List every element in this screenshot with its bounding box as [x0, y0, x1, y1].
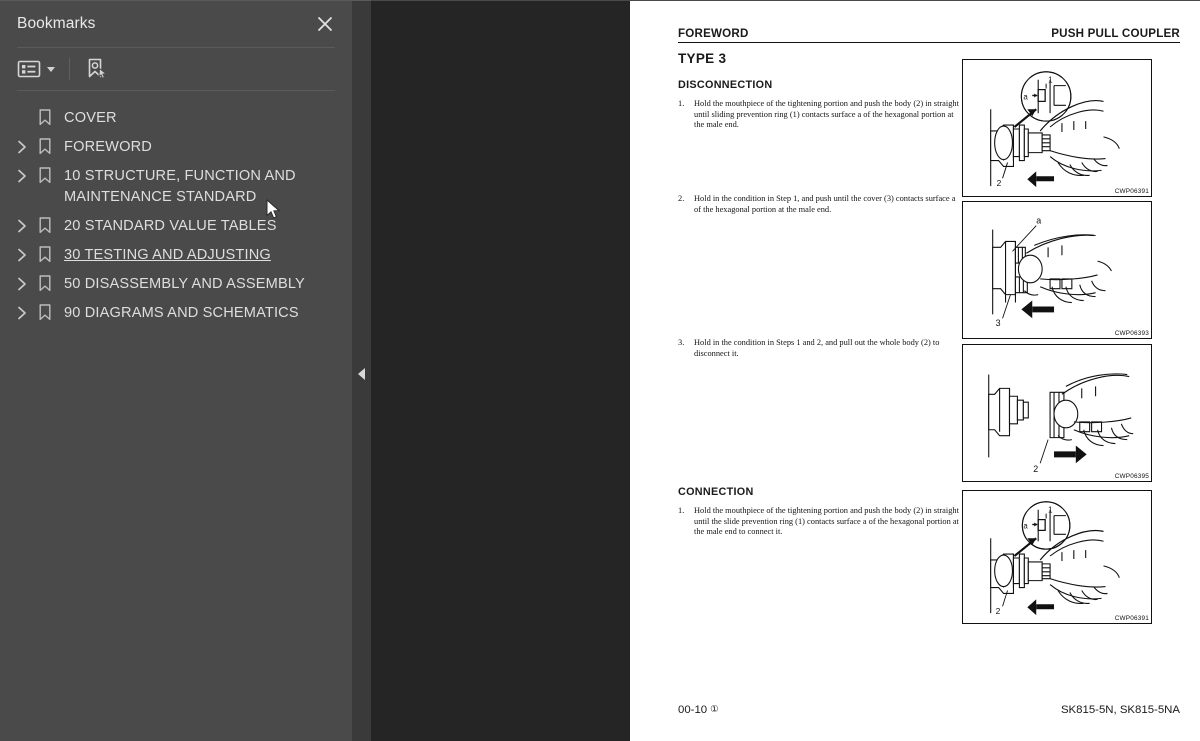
- svg-text:3: 3: [996, 318, 1001, 328]
- figure-disconnection-step3: 2 CWP06395: [962, 344, 1152, 482]
- figure-code: CWP06391: [1114, 188, 1149, 195]
- bookmark-item-10-structure[interactable]: 10 STRUCTURE, FUNCTION AND MAINTENANCE S…: [0, 162, 352, 212]
- figure-connection-step1: 1 a 2 CWP06391: [962, 490, 1152, 624]
- chevron-right-icon[interactable]: [10, 274, 34, 291]
- bookmark-item-cover[interactable]: COVER: [0, 104, 352, 133]
- bookmark-label: 10 STRUCTURE, FUNCTION AND MAINTENANCE S…: [64, 168, 296, 205]
- step-text: Hold the mouthpiece of the tightening po…: [694, 506, 959, 537]
- bookmarks-sidebar: Bookmarks COVER FOREWORD 10 STRUCTURE, F…: [0, 0, 352, 741]
- chevron-right-icon[interactable]: [10, 245, 34, 262]
- bookmark-icon: [34, 303, 56, 321]
- header-left-text: FOREWORD: [678, 27, 749, 40]
- model-designation: SK815-5N, SK815-5NA: [1060, 704, 1180, 716]
- page-title: TYPE 3: [678, 51, 727, 66]
- svg-text:2: 2: [1033, 464, 1038, 474]
- step-number: 2.: [678, 194, 685, 203]
- new-bookmark-icon[interactable]: [84, 57, 110, 81]
- bookmark-label: 30 TESTING AND ADJUSTING: [64, 247, 271, 263]
- bookmark-item-50-disassembly-and-assembly[interactable]: 50 DISASSEMBLY AND ASSEMBLY: [0, 270, 352, 299]
- chevron-right-icon[interactable]: [10, 216, 34, 233]
- step-number: 1.: [678, 99, 685, 108]
- collapse-left-icon[interactable]: [352, 359, 371, 389]
- bookmark-label: 20 STANDARD VALUE TABLES: [64, 218, 277, 234]
- bookmarks-header: Bookmarks: [0, 1, 352, 47]
- chevron-right-icon[interactable]: [10, 303, 34, 320]
- bookmarks-toolbar: [0, 48, 352, 90]
- bookmark-icon: [34, 216, 56, 234]
- figure-disconnection-step1: 1 a 2 CWP06391: [962, 59, 1152, 197]
- toolbar-separator: [69, 58, 70, 80]
- bookmark-options-icon[interactable]: [17, 59, 55, 79]
- triangle-left-glyph: [358, 368, 365, 380]
- bookmark-icon: [34, 137, 56, 155]
- pdf-page: FOREWORD PUSH PULL COUPLER TYPE 3 DISCON…: [630, 1, 1200, 741]
- figure-disconnection-step2: a 3 CWP06393: [962, 201, 1152, 339]
- section-heading-connection: CONNECTION: [678, 486, 754, 498]
- bookmarks-panel-title: Bookmarks: [17, 15, 96, 32]
- bookmark-item-30-testing-and-adjusting[interactable]: 30 TESTING AND ADJUSTING: [0, 241, 352, 270]
- figure-illustration: 1 a 2: [990, 501, 1120, 616]
- page-number-text: 00-10: [678, 704, 708, 716]
- chevron-right-icon[interactable]: [10, 166, 34, 183]
- svg-text:2: 2: [997, 178, 1002, 188]
- circled-one-icon: ①: [710, 704, 719, 716]
- bookmark-icon: [34, 166, 56, 184]
- step-item: 1. Hold the mouthpiece of the tightening…: [678, 506, 960, 538]
- svg-text:a: a: [1023, 521, 1028, 530]
- bookmark-icon: [34, 245, 56, 263]
- page-running-footer: 00-10 ① SK815-5N, SK815-5NA: [678, 704, 1180, 716]
- page-running-header: FOREWORD PUSH PULL COUPLER: [678, 27, 1180, 43]
- bookmark-item-foreword[interactable]: FOREWORD: [0, 133, 352, 162]
- svg-text:a: a: [1023, 92, 1028, 101]
- svg-text:1: 1: [1048, 76, 1052, 85]
- figure-illustration: 2: [988, 373, 1134, 474]
- step-item: 2. Hold in the condition in Step 1, and …: [678, 194, 960, 215]
- bookmark-label: 90 DIAGRAMS AND SCHEMATICS: [64, 305, 299, 321]
- bookmark-label: COVER: [64, 110, 117, 126]
- step-number: 3.: [678, 338, 685, 347]
- figure-code: CWP06393: [1114, 330, 1149, 337]
- header-right-text: PUSH PULL COUPLER: [1051, 27, 1180, 40]
- bookmark-label: FOREWORD: [64, 139, 152, 155]
- step-text: Hold in the condition in Step 1, and pus…: [694, 194, 956, 214]
- bookmark-icon: [34, 108, 56, 126]
- svg-text:1: 1: [1048, 506, 1052, 515]
- chevron-right-icon[interactable]: [10, 137, 34, 154]
- figure-illustration: 1 a 2: [990, 71, 1120, 188]
- section-heading-disconnection: DISCONNECTION: [678, 79, 773, 91]
- bookmark-label: 50 DISASSEMBLY AND ASSEMBLY: [64, 276, 305, 292]
- svg-text:2: 2: [996, 606, 1001, 616]
- bookmarks-list: COVER FOREWORD 10 STRUCTURE, FUNCTION AN…: [0, 91, 352, 328]
- figure-code: CWP06391: [1114, 615, 1149, 622]
- figure-code: CWP06395: [1114, 473, 1149, 480]
- bookmark-icon: [34, 274, 56, 292]
- close-icon[interactable]: [312, 11, 338, 37]
- step-item: 1. Hold the mouthpiece of the tightening…: [678, 99, 960, 131]
- step-number: 1.: [678, 506, 685, 515]
- chevron-down-icon: [47, 66, 55, 72]
- bookmark-item-90-diagrams-and-schematics[interactable]: 90 DIAGRAMS AND SCHEMATICS: [0, 299, 352, 328]
- document-viewer: FOREWORD PUSH PULL COUPLER TYPE 3 DISCON…: [358, 0, 1200, 741]
- step-item: 3. Hold in the condition in Steps 1 and …: [678, 338, 960, 359]
- bookmark-item-20-standard-value-tables[interactable]: 20 STANDARD VALUE TABLES: [0, 212, 352, 241]
- step-text: Hold in the condition in Steps 1 and 2, …: [694, 338, 940, 358]
- figure-illustration: a 3: [992, 216, 1112, 328]
- pdf-viewer-window: Bookmarks COVER FOREWORD 10 STRUCTURE, F…: [0, 0, 1200, 741]
- page-number: 00-10 ①: [678, 704, 719, 716]
- svg-text:a: a: [1036, 216, 1041, 226]
- step-text: Hold the mouthpiece of the tightening po…: [694, 99, 959, 130]
